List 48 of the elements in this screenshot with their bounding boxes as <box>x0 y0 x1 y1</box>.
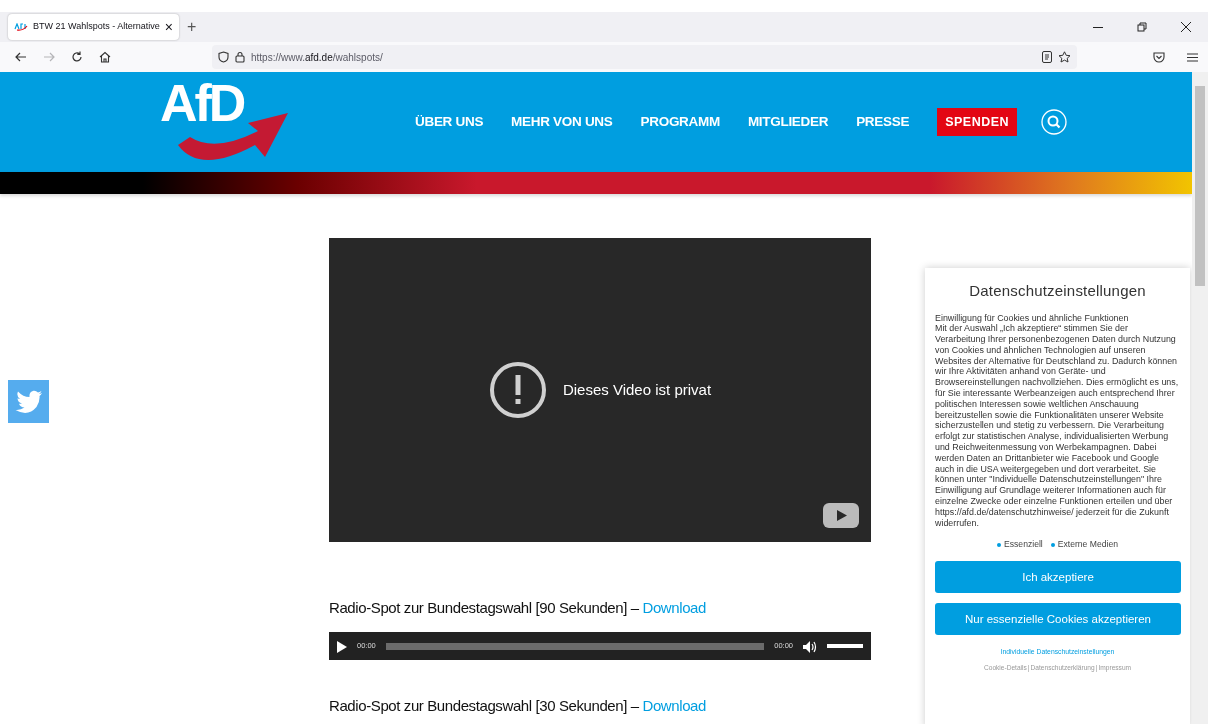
restore-icon <box>1137 22 1147 32</box>
pocket-icon[interactable] <box>1153 51 1165 63</box>
tab-title: BTW 21 Wahlspots - Alternative <box>33 20 160 34</box>
nav-link[interactable]: ÜBER UNS <box>415 111 484 133</box>
scrollbar[interactable] <box>1192 72 1208 724</box>
reload-icon <box>71 51 83 63</box>
play-logo-icon[interactable] <box>823 503 859 528</box>
accept-button[interactable]: Ich akzeptiere <box>935 561 1181 594</box>
play-button[interactable] <box>337 638 347 654</box>
video-message: Dieses Video ist privat <box>562 379 712 400</box>
dialog-title: Datenschutzeinstellungen <box>968 281 1147 301</box>
url-text: https://www.afd.de/wahlspots/ <box>251 50 383 65</box>
spot-title: Radio-Spot zur Bundestagswahl [30 Sekunden] – Download <box>329 696 706 716</box>
accept-button[interactable]: Nur essenzielle Cookies akzeptieren <box>935 603 1181 636</box>
category-label: Essenziell <box>1004 538 1043 552</box>
spot-title: Radio-Spot zur Bundestagswahl [90 Sekunden] – Download <box>329 598 706 618</box>
forward-arrow-icon <box>43 52 55 62</box>
category-label: Externe Medien <box>1057 538 1118 552</box>
nav-link[interactable]: MITGLIEDER <box>747 111 829 133</box>
warning-icon <box>488 361 547 419</box>
download-link[interactable]: Download <box>642 599 706 616</box>
back-arrow-icon <box>15 52 27 62</box>
star-icon[interactable] <box>1058 51 1071 63</box>
volume-slider[interactable] <box>827 644 863 648</box>
site-logo[interactable]: AfD <box>160 74 290 170</box>
dialog-subtitle: Einwilligung für Cookies und ähnliche Funktionen <box>935 312 1130 324</box>
menu-icon[interactable] <box>1187 52 1198 62</box>
nav-link[interactable]: PROGRAMM <box>640 111 720 133</box>
reader-view-icon[interactable] <box>1042 51 1052 63</box>
lock-icon <box>235 51 245 63</box>
shield-icon <box>218 51 229 63</box>
share-button[interactable] <box>8 380 49 423</box>
search-button[interactable] <box>1041 109 1068 135</box>
close-icon <box>1181 22 1191 32</box>
address-bar[interactable]: https://www.afd.de/wahlspots/ <box>212 45 1077 69</box>
donate-button[interactable]: SPENDEN <box>937 107 1018 137</box>
favicon-icon <box>14 23 28 31</box>
bird-icon <box>14 389 43 414</box>
consent-text: Mit der Auswahl „Ich akzeptiere“ stimmen Sie der Verarbeitung Ihrer personenbezogenen Daten durch Nutzung von Cookies und ähnlichen Technologien auf unseren Websites der Alternative für Deutschland zu. Dadurch können wir Ihre Aktivitäten anhand von Geräte- und Browsereinstellungen nachvollziehen. Dies ermöglicht es uns, für Sie interessante Werbeanzeigen auch entsprechend Ihrer politischen Interessen sowie weltlichen Anschauung bereitzustellen sowie die Funktionalitäten unserer Website sicherzustellen und stetig zu verbessern. Die Verarbeitung erfolgt zur statistischen Analyse, individualisierten Werbung und Reichweitenmessung von Werbekampagnen. Dabei werden Daten an Drittanbieter wie Facebook und Google auch in die USA weitergegeben und dort verarbeitet. Sie können unter "Individuelle Datenschutzeinstellungen" Ihre Einwilligung auf Grundlage weiterer Informationen auch für einzelne Zwecke oder einzelne Funktionen erteilen und über https://afd.de/datenschutzhinweise/ jederzeit für die Zukunft widerrufen. <box>935 323 1180 529</box>
new-tab-button[interactable]: + <box>186 19 197 35</box>
browser-tab[interactable]: BTW 21 Wahlspots - Alternative × <box>8 14 179 40</box>
video-player[interactable]: Dieses Video ist privat <box>329 238 871 542</box>
progress-track[interactable] <box>385 642 765 650</box>
nav-link[interactable]: PRESSE <box>856 111 910 133</box>
home-icon <box>99 51 111 63</box>
nav-link[interactable]: MEHR VON UNS <box>511 111 613 133</box>
download-link[interactable]: Download <box>642 697 706 714</box>
tab-close-button[interactable]: × <box>164 20 173 34</box>
